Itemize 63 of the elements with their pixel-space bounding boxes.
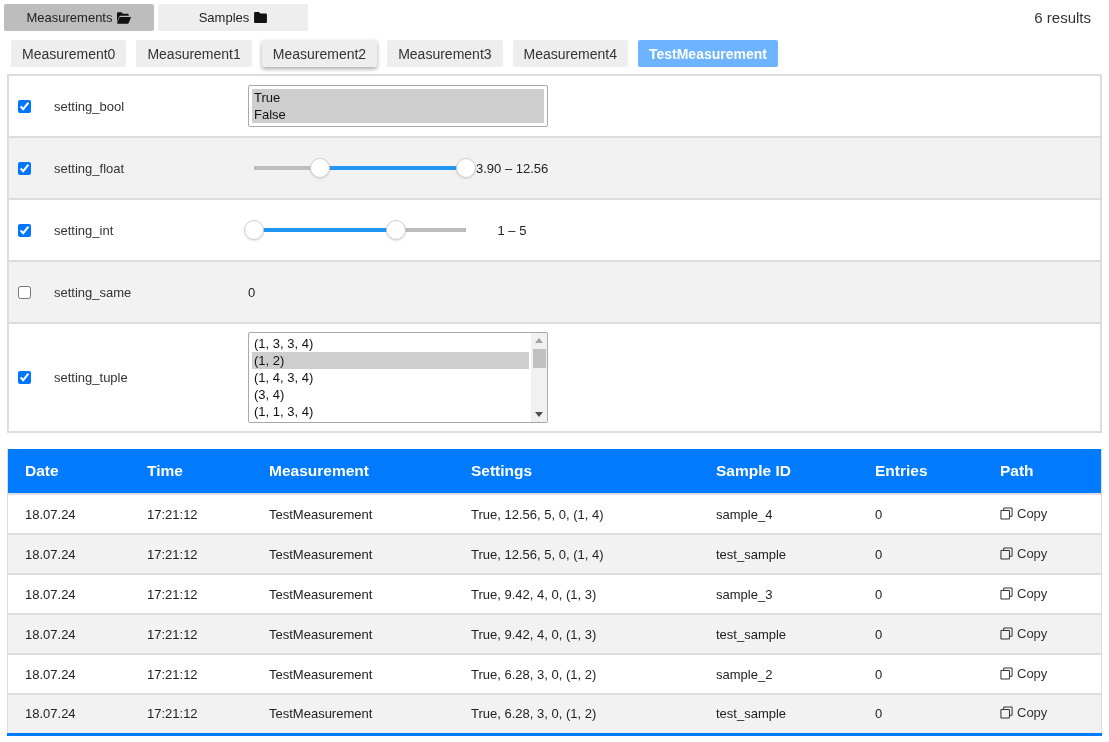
column-header: Time [130, 449, 252, 494]
checkbox[interactable] [18, 285, 31, 299]
arrow-down-icon[interactable] [535, 412, 543, 417]
slider-handle[interactable] [386, 220, 407, 240]
column-header: Entries [858, 449, 983, 494]
view-tab[interactable]: Samples [158, 4, 308, 31]
setting-label: setting_int [54, 222, 115, 238]
column-header: Measurement [252, 449, 454, 494]
column-header: Path [983, 449, 1102, 494]
measurement-tab[interactable]: Measurement0 [11, 40, 127, 67]
list-box[interactable]: True False [248, 85, 548, 127]
copy-button[interactable]: Copy [1000, 705, 1048, 721]
table-cell: TestMeasurement [252, 694, 454, 734]
measurement-tab[interactable]: Measurement2 [261, 40, 378, 67]
copy-button[interactable]: Copy [1000, 585, 1048, 601]
list-option[interactable]: True [252, 89, 544, 106]
list-option[interactable]: (1, 4, 3, 4) [252, 369, 529, 386]
slider-reading: 1 – 5 [496, 222, 528, 238]
copy-icon [1000, 586, 1013, 600]
slider-handle[interactable] [309, 158, 330, 178]
list-option[interactable]: (1, 1, 3, 4) [252, 403, 529, 420]
column-header: Date [7, 449, 130, 494]
copy-icon [1000, 546, 1013, 560]
result-count: 6 results [1034, 9, 1091, 26]
checkbox[interactable] [18, 371, 31, 384]
measurement-tab[interactable]: Measurement1 [136, 40, 252, 67]
slider-handle[interactable] [244, 220, 264, 240]
view-tab[interactable]: Measurements [4, 4, 154, 31]
checkbox[interactable] [18, 161, 31, 175]
table-cell: 18.07.24 [7, 694, 130, 734]
slider-handle[interactable] [456, 158, 476, 178]
scrollbar-thumb[interactable] [532, 349, 546, 368]
copy-button[interactable]: Copy [1000, 545, 1048, 561]
table-cell: 0 [858, 694, 983, 734]
setting-label: setting_bool [54, 98, 126, 114]
measurement-tab[interactable]: Measurement4 [512, 40, 628, 67]
setting-label: setting_same [54, 284, 133, 300]
table-cell: test_sample [699, 694, 858, 734]
measurement-tab[interactable]: Measurement3 [387, 40, 503, 67]
setting-value: 0 [248, 284, 256, 300]
copy-button[interactable]: Copy [1000, 625, 1048, 641]
table-cell: 17:21:12 [130, 694, 252, 734]
list-option[interactable]: False [252, 106, 544, 123]
checkbox[interactable] [18, 223, 31, 237]
list-option[interactable]: (3, 4) [252, 386, 529, 403]
copy-icon [1000, 506, 1013, 520]
table-cell: True, 6.28, 3, 0, (1, 2) [454, 694, 699, 734]
list-box[interactable]: (1, 3, 3, 4) (1, 2) (1, 4, 3, 4) (3, 4) (1, 1, 3, 4) [248, 332, 548, 423]
setting-label: setting_tuple [54, 370, 129, 385]
copy-button[interactable]: Copy [1000, 665, 1048, 681]
copy-button[interactable]: Copy [1000, 505, 1048, 521]
copy-icon [1000, 626, 1013, 640]
list-option[interactable]: (1, 2) [252, 352, 529, 369]
slider-reading: 3.90 – 12.56 [476, 160, 548, 176]
setting-label: setting_float [54, 160, 126, 176]
copy-icon [1000, 706, 1013, 720]
list-option[interactable]: (1, 3, 3, 4) [252, 335, 529, 352]
checkbox[interactable] [18, 99, 31, 113]
copy-icon [1000, 666, 1013, 680]
scrollbar[interactable] [531, 333, 547, 422]
column-header: Settings [454, 449, 699, 494]
arrow-up-icon[interactable] [535, 338, 543, 343]
column-header: Sample ID [699, 449, 858, 494]
